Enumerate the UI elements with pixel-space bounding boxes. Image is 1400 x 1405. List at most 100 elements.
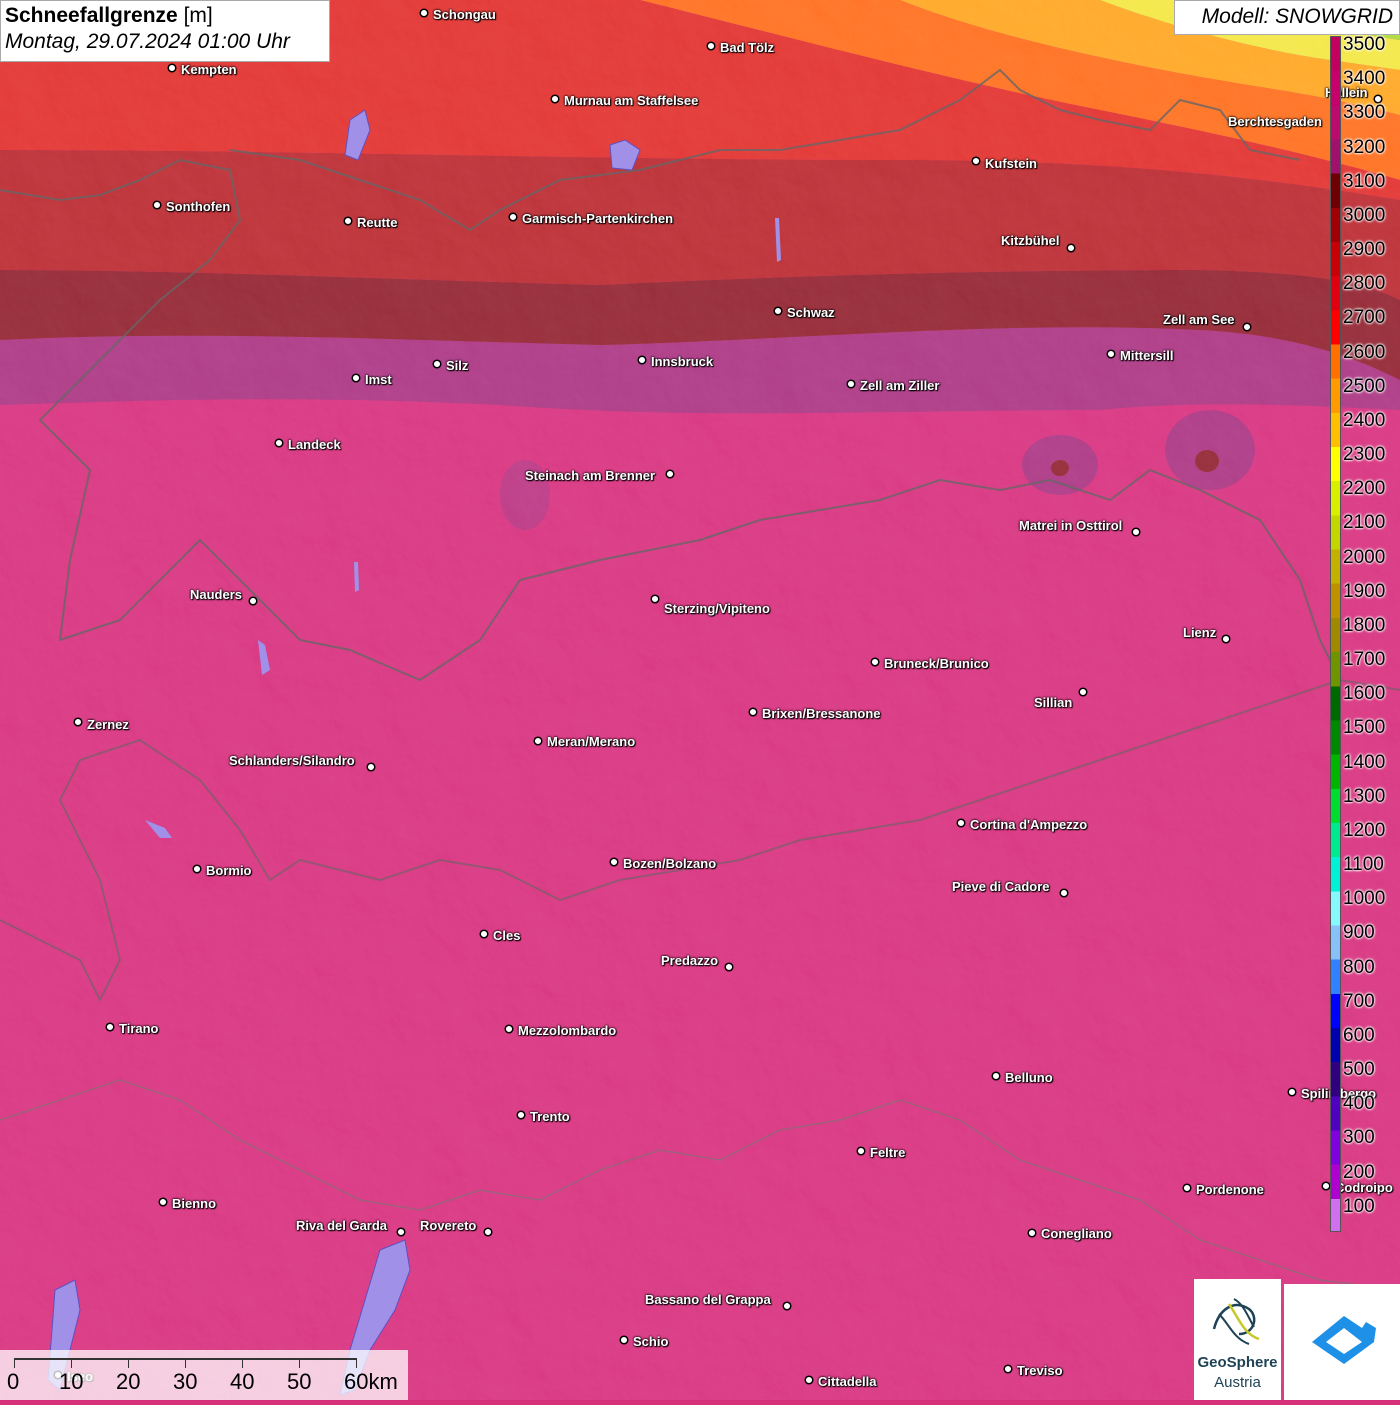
city-marker[interactable] [105,1022,115,1032]
legend-tick-label: 1400 [1343,751,1386,773]
city-label: Bassano del Grappa [645,1292,771,1307]
city-marker[interactable] [1078,687,1088,697]
city-label: Matrei in Osttirol [1019,518,1123,533]
city-label: Sterzing/Vipiteno [664,601,770,616]
city-marker[interactable] [1321,1181,1331,1191]
city-marker[interactable] [1027,1228,1037,1238]
city-label: Zell am See [1163,312,1235,327]
city-label: Zell am Ziller [860,378,940,393]
city-label: Pieve di Cadore [952,879,1050,894]
legend-colorbar [1330,36,1341,1232]
city-marker[interactable] [483,1227,493,1237]
city-marker[interactable] [846,379,856,389]
legend-tick-label: 2700 [1343,307,1386,329]
city-marker[interactable] [991,1071,1001,1081]
city-marker[interactable] [550,94,560,104]
city-marker[interactable] [856,1146,866,1156]
city-marker[interactable] [508,212,518,222]
city-marker[interactable] [479,929,489,939]
city-marker[interactable] [870,657,880,667]
city-marker[interactable] [706,41,716,51]
city-marker[interactable] [351,373,361,383]
city-marker[interactable] [1066,243,1076,253]
city-marker[interactable] [533,736,543,746]
city-marker[interactable] [804,1375,814,1385]
city-marker[interactable] [516,1110,526,1120]
city-marker[interactable] [724,962,734,972]
legend-tick-label: 2900 [1343,239,1386,261]
legend-tick-label: 3500 [1343,34,1386,55]
city-label: Bozen/Bolzano [623,856,717,871]
city-label: Cortina d'Ampezzo [970,817,1088,832]
scale-tick [14,1358,15,1368]
city-label: Schlanders/Silandro [229,753,355,768]
legend-tick-label: 2600 [1343,341,1386,363]
city-label: Steinach am Brenner [525,468,656,483]
city-label: Belluno [1005,1070,1053,1085]
city-label: Pordenone [1196,1182,1264,1197]
city-marker[interactable] [192,864,202,874]
city-marker[interactable] [248,596,258,606]
city-marker[interactable] [343,216,353,226]
city-label: Bruneck/Brunico [884,656,989,671]
city-label: Bad Tölz [720,40,775,55]
city-marker[interactable] [748,707,758,717]
city-marker[interactable] [1287,1087,1297,1097]
city-label: Mittersill [1120,348,1174,363]
city-label: Kempten [181,62,237,77]
scale-tick [185,1358,186,1368]
city-label: Predazzo [661,953,719,968]
city-marker[interactable] [619,1335,629,1345]
city-marker[interactable] [366,762,376,772]
legend-tick-label: 1100 [1343,854,1384,876]
city-marker[interactable] [432,359,442,369]
app-logo[interactable] [1284,1284,1400,1400]
scale-label: 40 [230,1369,255,1394]
city-label: Conegliano [1041,1226,1112,1241]
city-marker[interactable] [609,857,619,867]
city-marker[interactable] [1242,322,1252,332]
mountain-arrow-icon [1312,1316,1376,1364]
city-marker[interactable] [1059,888,1069,898]
city-marker[interactable] [637,355,647,365]
legend-labels: 3500 3400 3300 3200 3100 3000 2900 2800 2700 2600… [1343,34,1400,1232]
city-label: Silz [446,358,469,373]
legend-tick-label: 3100 [1343,170,1386,192]
city-marker[interactable] [504,1024,514,1034]
city-marker[interactable] [1221,634,1231,644]
city-marker[interactable] [773,306,783,316]
legend-tick-label: 1600 [1343,683,1386,705]
city-label: Schongau [433,7,496,22]
city-marker[interactable] [782,1301,792,1311]
city-marker[interactable] [158,1197,168,1207]
legend-tick-label: 3000 [1343,204,1386,226]
city-marker[interactable] [1106,349,1116,359]
city-marker[interactable] [396,1227,406,1237]
city-marker[interactable] [1131,527,1141,537]
scale-label: 0 [7,1369,20,1394]
legend-tick-label: 1200 [1343,819,1386,841]
city-marker[interactable] [650,594,660,604]
city-marker[interactable] [274,438,284,448]
city-marker[interactable] [956,818,966,828]
city-marker[interactable] [167,63,177,73]
city-label: Landeck [288,437,341,452]
city-label: Nauders [190,587,243,602]
geosphere-logo[interactable]: GeoSphere Austria [1194,1279,1281,1400]
city-marker[interactable] [73,717,83,727]
map-title: Schneefallgrenze [m] [5,4,213,27]
city-marker[interactable] [1003,1364,1013,1374]
city-marker[interactable] [1182,1183,1192,1193]
legend-tick-label: 2300 [1343,444,1386,466]
logo-line1: GeoSphere [1197,1354,1278,1371]
city-label: Berchtesgaden [1228,114,1322,129]
scale-tick [128,1358,129,1368]
legend-tick-label: 2500 [1343,375,1386,397]
city-label: Innsbruck [651,354,714,369]
legend-tick-label: 1700 [1343,649,1386,671]
city-marker[interactable] [665,469,675,479]
scale-tick [71,1358,72,1368]
city-marker[interactable] [971,156,981,166]
city-marker[interactable] [419,8,429,18]
city-marker[interactable] [152,200,162,210]
